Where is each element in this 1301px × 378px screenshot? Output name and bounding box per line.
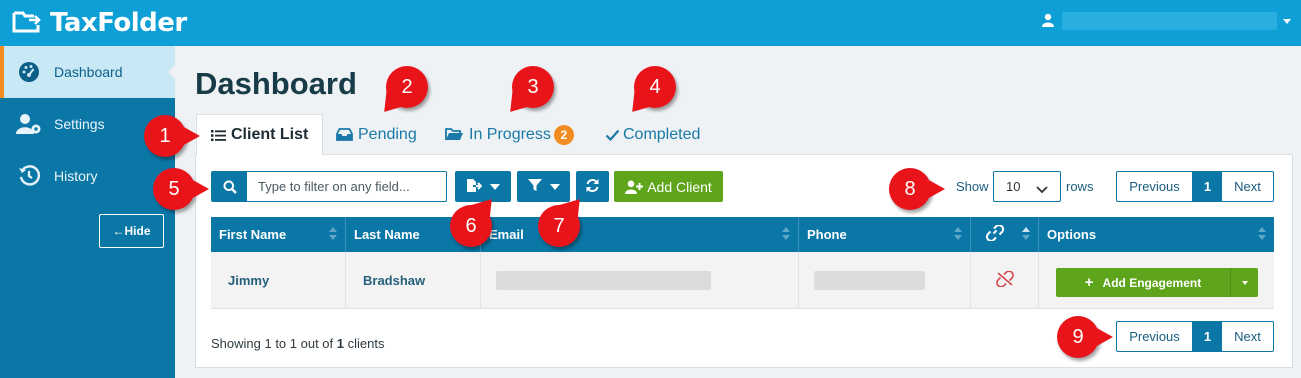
add-engagement-label: Add Engagement [1102,275,1202,290]
link-icon [985,224,1005,244]
add-client-button[interactable]: Add Client [614,171,723,202]
list-icon [211,129,226,142]
phone-redacted [814,271,925,290]
column-options[interactable]: Options [1039,217,1274,252]
table-header: First Name Last Name Email Phone Options [211,217,1274,252]
plus-icon: + [1084,274,1094,291]
add-client-label: Add Client [647,178,712,195]
callout-marker: 4 [634,66,676,108]
sort-icon [329,227,337,241]
count-badge: 2 [553,124,574,145]
rows-per-page-select[interactable]: 10 [993,171,1061,202]
next-page-button[interactable]: Next [1222,322,1273,351]
tab-completed[interactable]: Completed [605,114,700,155]
inbox-icon [336,128,353,141]
sidebar-item-dashboard[interactable]: Dashboard [0,46,176,98]
callout-marker: 7 [538,205,580,247]
add-engagement-button[interactable]: + Add Engagement [1056,268,1258,297]
show-label: Show [956,179,989,194]
gauge-icon [16,61,42,83]
logo[interactable]: TaxFolder [12,8,187,38]
previous-page-button[interactable]: Previous [1117,322,1193,351]
link-status-cell [971,252,1039,309]
sidebar-item-history[interactable]: History [0,150,175,202]
tab-in-progress[interactable]: In Progress 2 [445,114,574,155]
refresh-icon [585,178,600,196]
top-bar: TaxFolder [0,0,1301,46]
search-input[interactable] [247,172,446,201]
next-page-button[interactable]: Next [1222,172,1273,201]
unlinked-icon [995,270,1014,290]
user-icon [1042,13,1054,30]
sidebar: Dashboard Settings History ←Hide [0,46,176,378]
sidebar-item-label: Dashboard [54,64,123,80]
filter-dropdown-button[interactable] [517,171,570,202]
user-menu[interactable] [1042,12,1291,30]
email-cell [481,252,799,309]
showing-summary: Showing 1 to 1 out of 1 clients [211,336,385,351]
sort-icon [782,227,790,241]
page-1-button[interactable]: 1 [1193,322,1222,351]
chevron-down-icon [1241,280,1248,285]
pagination-bottom: Previous 1 Next [1116,321,1274,352]
page-title: Dashboard [195,66,357,101]
user-plus-icon [625,180,644,194]
callout-marker: 5 [153,168,209,210]
column-email[interactable]: Email [481,217,799,252]
rows-label: rows [1066,179,1094,194]
tab-label: Client List [231,126,309,143]
email-redacted [496,271,711,290]
tab-client-list[interactable]: Client List [196,114,324,155]
tab-pending[interactable]: Pending [336,114,417,155]
hide-sidebar-button[interactable]: ←Hide [99,214,164,248]
filter-icon [527,178,542,195]
folder-logo-icon [12,10,42,37]
callout-marker: 3 [512,66,554,108]
active-indicator [168,64,176,80]
last-name-cell[interactable]: Bradshaw [346,252,481,309]
page-1-button[interactable]: 1 [1193,172,1222,201]
user-gear-icon [16,113,42,135]
previous-page-button[interactable]: Previous [1117,172,1193,201]
callout-marker: 9 [1057,316,1113,358]
sort-icon [954,227,962,241]
search-field[interactable] [211,171,447,202]
chevron-down-icon [490,183,500,190]
tab-label: In Progress [469,125,551,143]
column-phone[interactable]: Phone [799,217,971,252]
callout-marker: 1 [144,115,200,157]
brand-name: TaxFolder [50,8,187,38]
sidebar-item-label: Settings [54,116,105,132]
pagination-top: Previous 1 Next [1116,171,1274,202]
add-engagement-dropdown[interactable] [1230,268,1258,297]
first-name-cell[interactable]: Jimmy [211,252,346,309]
tab-label: Pending [358,125,417,143]
check-icon [605,129,620,141]
tab-label: Completed [623,125,701,143]
rows-value: 10 [1006,179,1021,194]
folder-open-icon [445,128,464,141]
callout-marker: 8 [889,168,945,210]
search-icon [212,172,247,201]
sort-icon [1258,227,1266,241]
sidebar-item-label: History [54,168,98,184]
user-name-redacted [1062,12,1277,30]
phone-cell [799,252,971,309]
chevron-down-icon [549,183,560,190]
history-icon [16,165,42,187]
callout-marker: 2 [386,66,428,108]
refresh-button[interactable] [576,171,609,202]
sort-icon [1022,227,1030,241]
column-first-name[interactable]: First Name [211,217,346,252]
chevron-down-icon [1036,182,1048,197]
chevron-down-icon [1283,18,1291,24]
column-link[interactable] [971,217,1039,252]
callout-marker: 6 [450,205,492,247]
